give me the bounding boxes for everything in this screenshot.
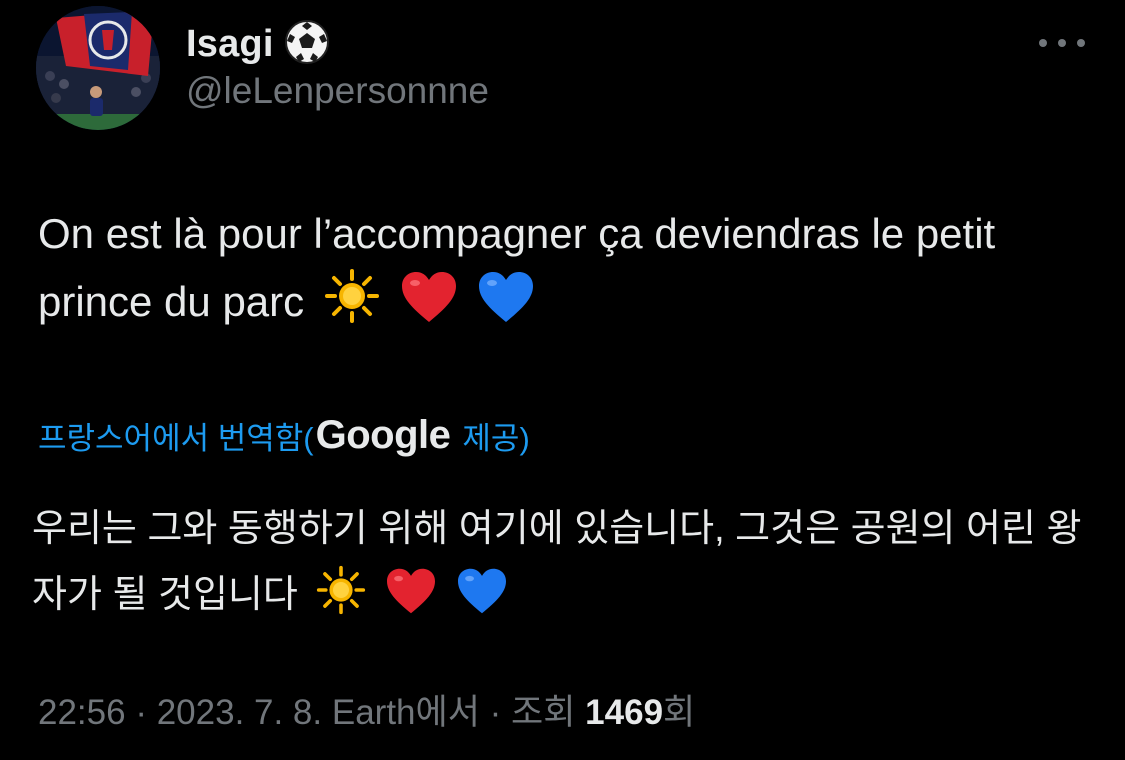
more-dot [1058, 39, 1066, 47]
translated-text-body: 우리는 그와 동행하기 위해 여기에 있습니다, 그것은 공원의 어린 왕자가 … [32, 508, 1082, 616]
soccer-ball-icon [284, 19, 330, 70]
more-horizontal-icon [1039, 39, 1047, 47]
sun-icon [316, 565, 366, 636]
red-heart-icon [400, 270, 458, 344]
meta-separator: · [125, 693, 157, 732]
red-heart-icon [385, 567, 437, 636]
translation-label-suffix: 제공) [462, 420, 530, 456]
more-dot [1077, 39, 1085, 47]
sun-icon [324, 268, 380, 344]
tweet-date[interactable]: 2023. 7. 8. [157, 693, 322, 732]
tweet-source: Earth에서 [331, 693, 480, 732]
views-label: 조회 [511, 693, 576, 732]
author-name-row[interactable]: Isagi [186, 18, 330, 70]
more-options-button[interactable] [1039, 30, 1085, 56]
tweet-card: Isagi @leLenpersonnne On est là pour l’a… [0, 0, 1125, 760]
avatar-image [36, 6, 160, 130]
translated-text: 우리는 그와 동행하기 위해 여기에 있습니다, 그것은 공원의 어린 왕자가 … [32, 496, 1102, 636]
meta-separator: · [479, 693, 512, 732]
views-count[interactable]: 1469 [585, 693, 663, 732]
google-logo: Google [315, 412, 451, 457]
tweet-metadata: 22:56 · 2023. 7. 8. Earth에서 · 조회 1469회 [38, 684, 695, 735]
tweet-text: On est là pour l’accompagner ça deviendr… [38, 200, 1088, 344]
views-suffix: 회 [663, 693, 696, 732]
blue-heart-icon [456, 567, 508, 636]
translation-label-link[interactable]: 프랑스어에서 번역함( Google 제공) [38, 410, 530, 460]
author-display-name[interactable]: Isagi [186, 23, 274, 66]
translation-label-prefix: 프랑스어에서 번역함( [38, 420, 314, 456]
blue-heart-icon [477, 270, 535, 344]
author-handle[interactable]: @leLenpersonnne [186, 70, 489, 112]
avatar[interactable] [36, 6, 160, 130]
tweet-time[interactable]: 22:56 [38, 693, 126, 732]
